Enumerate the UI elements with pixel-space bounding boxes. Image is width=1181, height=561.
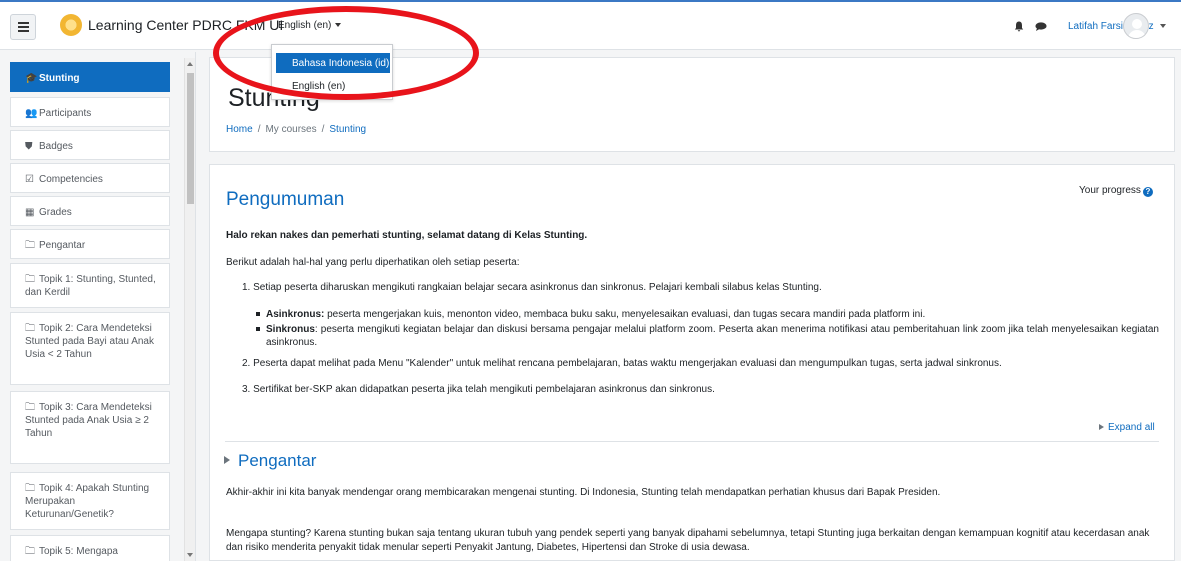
scrollbar-thumb[interactable] (187, 73, 194, 204)
sidebar-item-label: Pengantar (39, 240, 86, 251)
sidebar-item-label: Topik 3: Cara Mendeteksi Stunted pada An… (25, 402, 152, 439)
user-menu-chevron-icon[interactable] (1160, 24, 1166, 28)
sidebar-item-label: Badges (39, 141, 73, 152)
scroll-down-arrow-icon[interactable] (187, 553, 193, 557)
sidebar-item-topik-5[interactable]: 🗀 Topik 5: Mengapa (10, 535, 170, 561)
sidebar-item-label: Participants (39, 108, 92, 119)
scroll-up-arrow-icon[interactable] (187, 62, 193, 66)
folder-icon: 🗀 (25, 274, 35, 285)
section-divider (225, 441, 1159, 442)
help-icon[interactable]: ? (1142, 187, 1153, 197)
sidebar-item-topik-3[interactable]: 🗀 Topik 3: Cara Mendeteksi Stunted pada A… (10, 391, 170, 464)
sidebar-item-badges[interactable]: ⛊ Badges (10, 130, 170, 160)
site-logo[interactable] (60, 14, 82, 36)
paragraph-1: Akhir-akhir ini kita banyak mendengar or… (226, 487, 941, 498)
list-item: 2. Peserta dapat melihat pada Menu "Kale… (242, 358, 1002, 369)
section-title-pengantar[interactable]: Pengantar (224, 451, 316, 471)
list-item: 1. Setiap peserta diharuskan mengikuti r… (242, 282, 822, 293)
breadcrumb-home[interactable]: Home (226, 124, 253, 135)
sidebar-item-label: Competencies (39, 174, 103, 185)
top-navbar: Learning Center PDRC FKM UI English (en)… (0, 0, 1181, 50)
red-annotation-ellipse (213, 6, 479, 100)
sidebar-item-grades[interactable]: ▦ Grades (10, 196, 170, 226)
sidebar-item-label: Grades (39, 207, 72, 218)
sidebar-item-participants[interactable]: 👥 Participants (10, 97, 170, 127)
sidebar-item-label: Topik 5: Mengapa (39, 546, 118, 557)
sidebar-item-topik-4[interactable]: 🗀 Topik 4: Apakah Stunting Merupakan Ketu… (10, 472, 170, 530)
avatar[interactable] (1123, 13, 1149, 39)
paragraph-2: Mengapa stunting? Karena stunting bukan … (226, 528, 1150, 553)
breadcrumb-my-courses[interactable]: My courses (265, 124, 316, 135)
greeting-text: Halo rekan nakes dan pemerhati stunting,… (226, 230, 588, 241)
checkbox-icon: ☑ (25, 174, 34, 185)
folder-icon: 🗀 (25, 402, 35, 413)
sidebar-item-label: Topik 4: Apakah Stunting Merupakan Ketur… (25, 483, 150, 520)
section-title-pengumuman[interactable]: Pengumuman (226, 189, 344, 211)
caret-right-icon (1099, 424, 1104, 430)
list-item: 3. Sertifikat ber-SKP akan didapatkan pe… (242, 384, 715, 395)
bullet-asinkronus: Asinkronus: peserta mengerjakan kuis, me… (256, 308, 1159, 321)
graduation-cap-icon: 🎓 (25, 73, 38, 84)
progress-label: Your progress? (1079, 185, 1153, 197)
sidebar-item-topik-2[interactable]: 🗀 Topik 2: Cara Mendeteksi Stunted pada B… (10, 312, 170, 385)
chat-icon[interactable] (1035, 22, 1047, 31)
intro-text: Berikut adalah hal-hal yang perlu diperh… (226, 257, 520, 268)
folder-icon: 🗀 (25, 323, 35, 334)
shield-icon: ⛊ (25, 141, 33, 152)
users-icon: 👥 (25, 108, 38, 119)
caret-right-icon (224, 456, 230, 464)
sidebar-item-competencies[interactable]: ☑ Competencies (10, 163, 170, 193)
bullet-sinkronus: Sinkronus: peserta mengikuti kegiatan be… (256, 323, 1159, 349)
breadcrumb: Home / My courses / Stunting (226, 124, 367, 135)
sidebar-item-label: Topik 1: Stunting, Stunted, dan Kerdil (25, 274, 156, 298)
course-content: Pengumuman Your progress? Halo rekan nak… (209, 164, 1175, 561)
course-sidebar: 🎓 Stunting 👥 Participants ⛊ Badges ☑ Compete… (0, 52, 196, 561)
breadcrumb-stunting[interactable]: Stunting (329, 124, 366, 135)
sidebar-item-label: Topik 2: Cara Mendeteksi Stunted pada Ba… (25, 323, 154, 360)
sidebar-scrollbar[interactable] (184, 58, 195, 561)
menu-icon[interactable] (10, 14, 36, 40)
folder-icon: 🗀 (25, 546, 35, 557)
sidebar-item-pengantar[interactable]: 🗀 Pengantar (10, 229, 170, 259)
sidebar-item-stunting[interactable]: 🎓 Stunting (10, 62, 170, 92)
bell-icon[interactable] (1014, 21, 1024, 32)
table-icon: ▦ (25, 207, 35, 218)
sidebar-item-topik-1[interactable]: 🗀 Topik 1: Stunting, Stunted, dan Kerdil (10, 263, 170, 308)
sidebar-item-label: Stunting (39, 73, 80, 84)
expand-all-link[interactable]: Expand all (1099, 422, 1155, 433)
folder-icon: 🗀 (25, 483, 35, 494)
folder-icon: 🗀 (25, 240, 35, 251)
